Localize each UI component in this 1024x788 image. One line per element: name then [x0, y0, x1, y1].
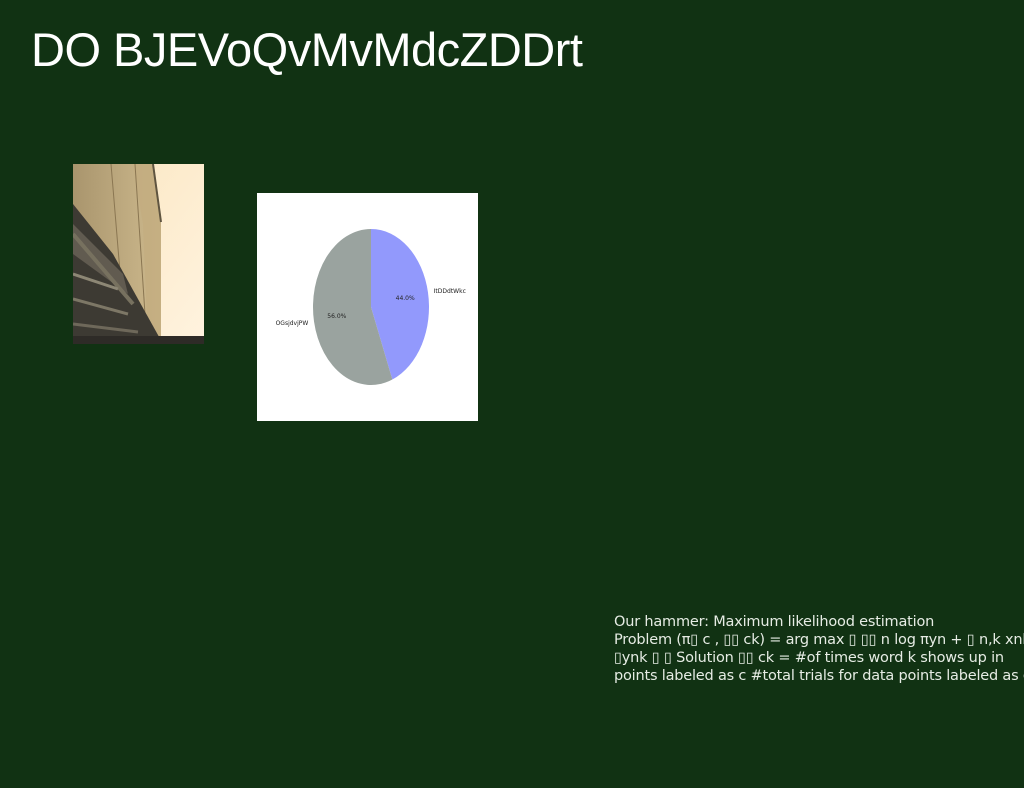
text-line: Problem (π▯ c , ▯▯ ck) = arg max ▯ ▯▯ n … — [614, 632, 1024, 648]
text-line: ▯ynk ▯ ▯ Solution ▯▯ ck = #of times word… — [614, 650, 1004, 666]
pie-chart-canvas: 44.0% ItDDdtWkc 56.0% OGsjdvjPW — [276, 229, 466, 385]
building-photo — [73, 164, 204, 344]
pie-category-label: OGsjdvjPW — [276, 320, 309, 327]
pie-chart: 44.0% ItDDdtWkc 56.0% OGsjdvjPW — [257, 193, 478, 421]
pie-category-label: ItDDdtWkc — [434, 288, 466, 295]
text-line: Our hammer: Maximum likelihood estimatio… — [614, 614, 935, 630]
text-block: Our hammer: Maximum likelihood estimatio… — [614, 613, 1024, 685]
pie-value-label: 44.0% — [396, 295, 415, 302]
building-facade-icon — [73, 164, 204, 344]
slide-title: DO BJEVoQvMvMdcZDDrt — [31, 23, 583, 76]
pie-value-label: 56.0% — [327, 313, 346, 320]
text-line: points labeled as c #total trials for da… — [614, 668, 1024, 684]
